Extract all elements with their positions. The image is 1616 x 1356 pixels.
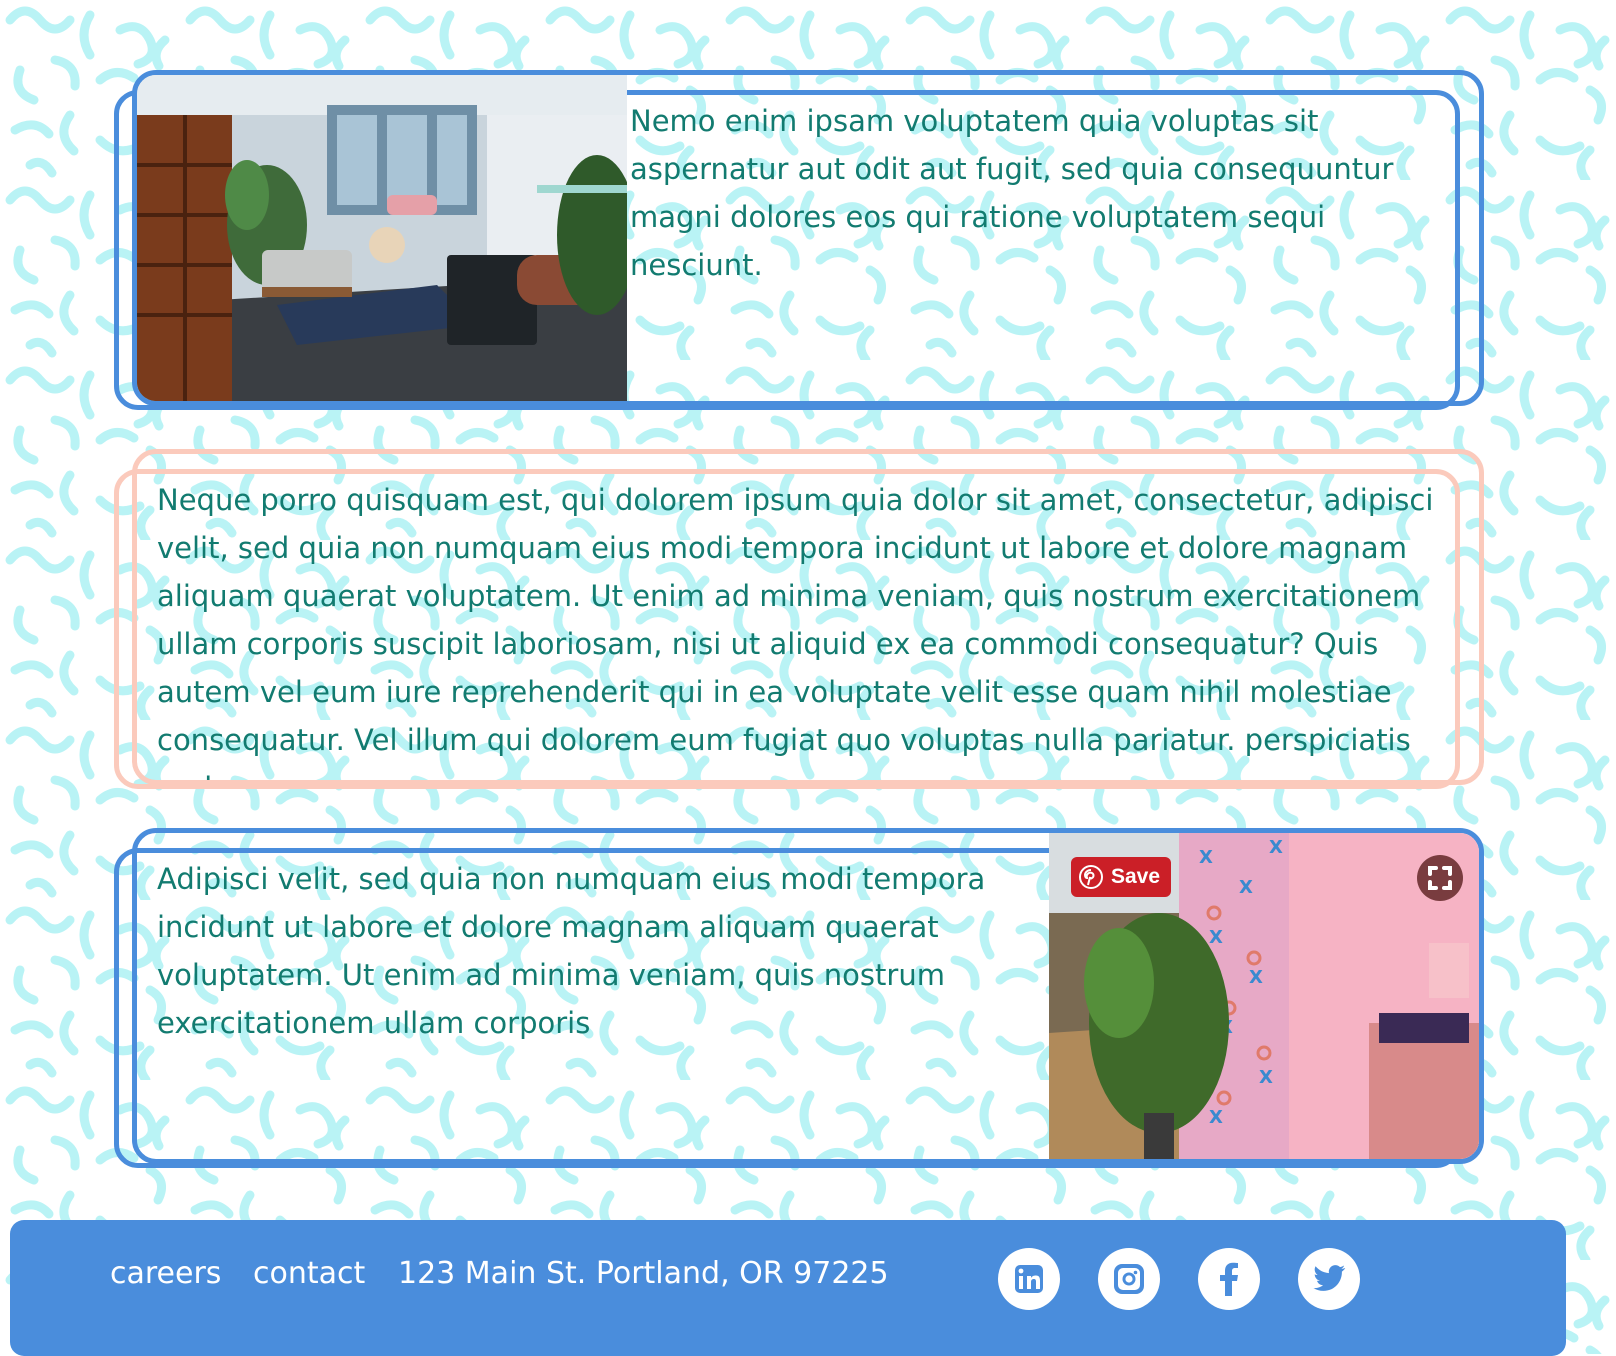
facebook-icon[interactable] <box>1198 1248 1260 1310</box>
footer-link-contact[interactable]: contact <box>253 1256 365 1291</box>
svg-text:X: X <box>1259 1067 1273 1088</box>
svg-text:X: X <box>1209 927 1223 948</box>
pinterest-icon <box>1079 865 1103 889</box>
expand-icon[interactable] <box>1417 855 1463 901</box>
instagram-icon[interactable] <box>1098 1248 1160 1310</box>
svg-text:X: X <box>1269 837 1283 858</box>
footer-link-careers[interactable]: careers <box>110 1256 221 1291</box>
office-lounge-photo <box>137 75 627 401</box>
office-hallway-photo: XXX XXX XX <box>1049 833 1479 1159</box>
pinterest-save-label: Save <box>1111 865 1161 888</box>
svg-text:X: X <box>1249 967 1263 988</box>
svg-text:X: X <box>1209 1107 1223 1128</box>
card-3: Adipisci velit, sed quia non numquam eiu… <box>114 828 1484 1176</box>
linkedin-icon[interactable] <box>998 1248 1060 1310</box>
card-1-text: Nemo enim ipsam voluptatem quia voluptas… <box>630 104 1394 282</box>
svg-text:X: X <box>1239 877 1253 898</box>
card-1-frame: Nemo enim ipsam voluptatem quia voluptas… <box>132 70 1484 406</box>
card-3-text: Adipisci velit, sed quia non numquam eiu… <box>157 862 986 1040</box>
pinterest-save-button[interactable]: Save <box>1071 857 1171 897</box>
card-1: Nemo enim ipsam voluptatem quia voluptas… <box>114 70 1484 418</box>
footer-address: 123 Main St. Portland, OR 97225 <box>398 1256 889 1291</box>
card-2-frame: Neque porro quisquam est, qui dolorem ip… <box>132 449 1484 785</box>
twitter-icon[interactable] <box>1298 1248 1360 1310</box>
card-2-text: Neque porro quisquam est, qui dolorem ip… <box>157 483 1434 780</box>
card-2: Neque porro quisquam est, qui dolorem ip… <box>114 449 1484 797</box>
svg-text:X: X <box>1199 847 1213 868</box>
site-footer: careers contact 123 Main St. Portland, O… <box>10 1220 1566 1356</box>
card-3-frame: Adipisci velit, sed quia non numquam eiu… <box>132 828 1484 1164</box>
